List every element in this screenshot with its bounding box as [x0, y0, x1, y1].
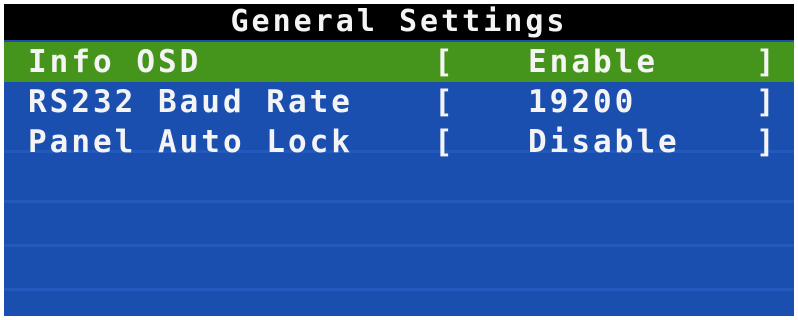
menu-item-value[interactable]: 19200 — [528, 82, 636, 122]
bracket-close: ] — [756, 84, 775, 120]
bracket-open: [ — [434, 124, 453, 160]
menu-item-rs232-baud-rate[interactable]: RS232 Baud Rate [ 19200 ] — [4, 82, 794, 122]
osd-menu: General Settings Info OSD [ Enable ] RS2… — [4, 4, 794, 316]
menu-item-value[interactable]: Disable — [528, 122, 680, 162]
bracket-open: [ — [434, 44, 453, 80]
menu-item-info-osd[interactable]: Info OSD [ Enable ] — [4, 42, 794, 82]
stripe — [4, 244, 794, 247]
menu-item-panel-auto-lock[interactable]: Panel Auto Lock [ Disable ] — [4, 122, 794, 162]
menu-title: General Settings — [4, 4, 794, 40]
stripe — [4, 200, 794, 203]
menu-item-label: Panel Auto Lock — [28, 124, 353, 160]
bracket-close: ] — [756, 44, 775, 80]
bracket-open: [ — [434, 84, 453, 120]
menu-item-label: RS232 Baud Rate — [28, 84, 353, 120]
menu-item-value[interactable]: Enable — [528, 42, 658, 82]
menu-item-label: Info OSD — [28, 44, 202, 80]
bracket-close: ] — [756, 124, 775, 160]
stripe — [4, 288, 794, 291]
